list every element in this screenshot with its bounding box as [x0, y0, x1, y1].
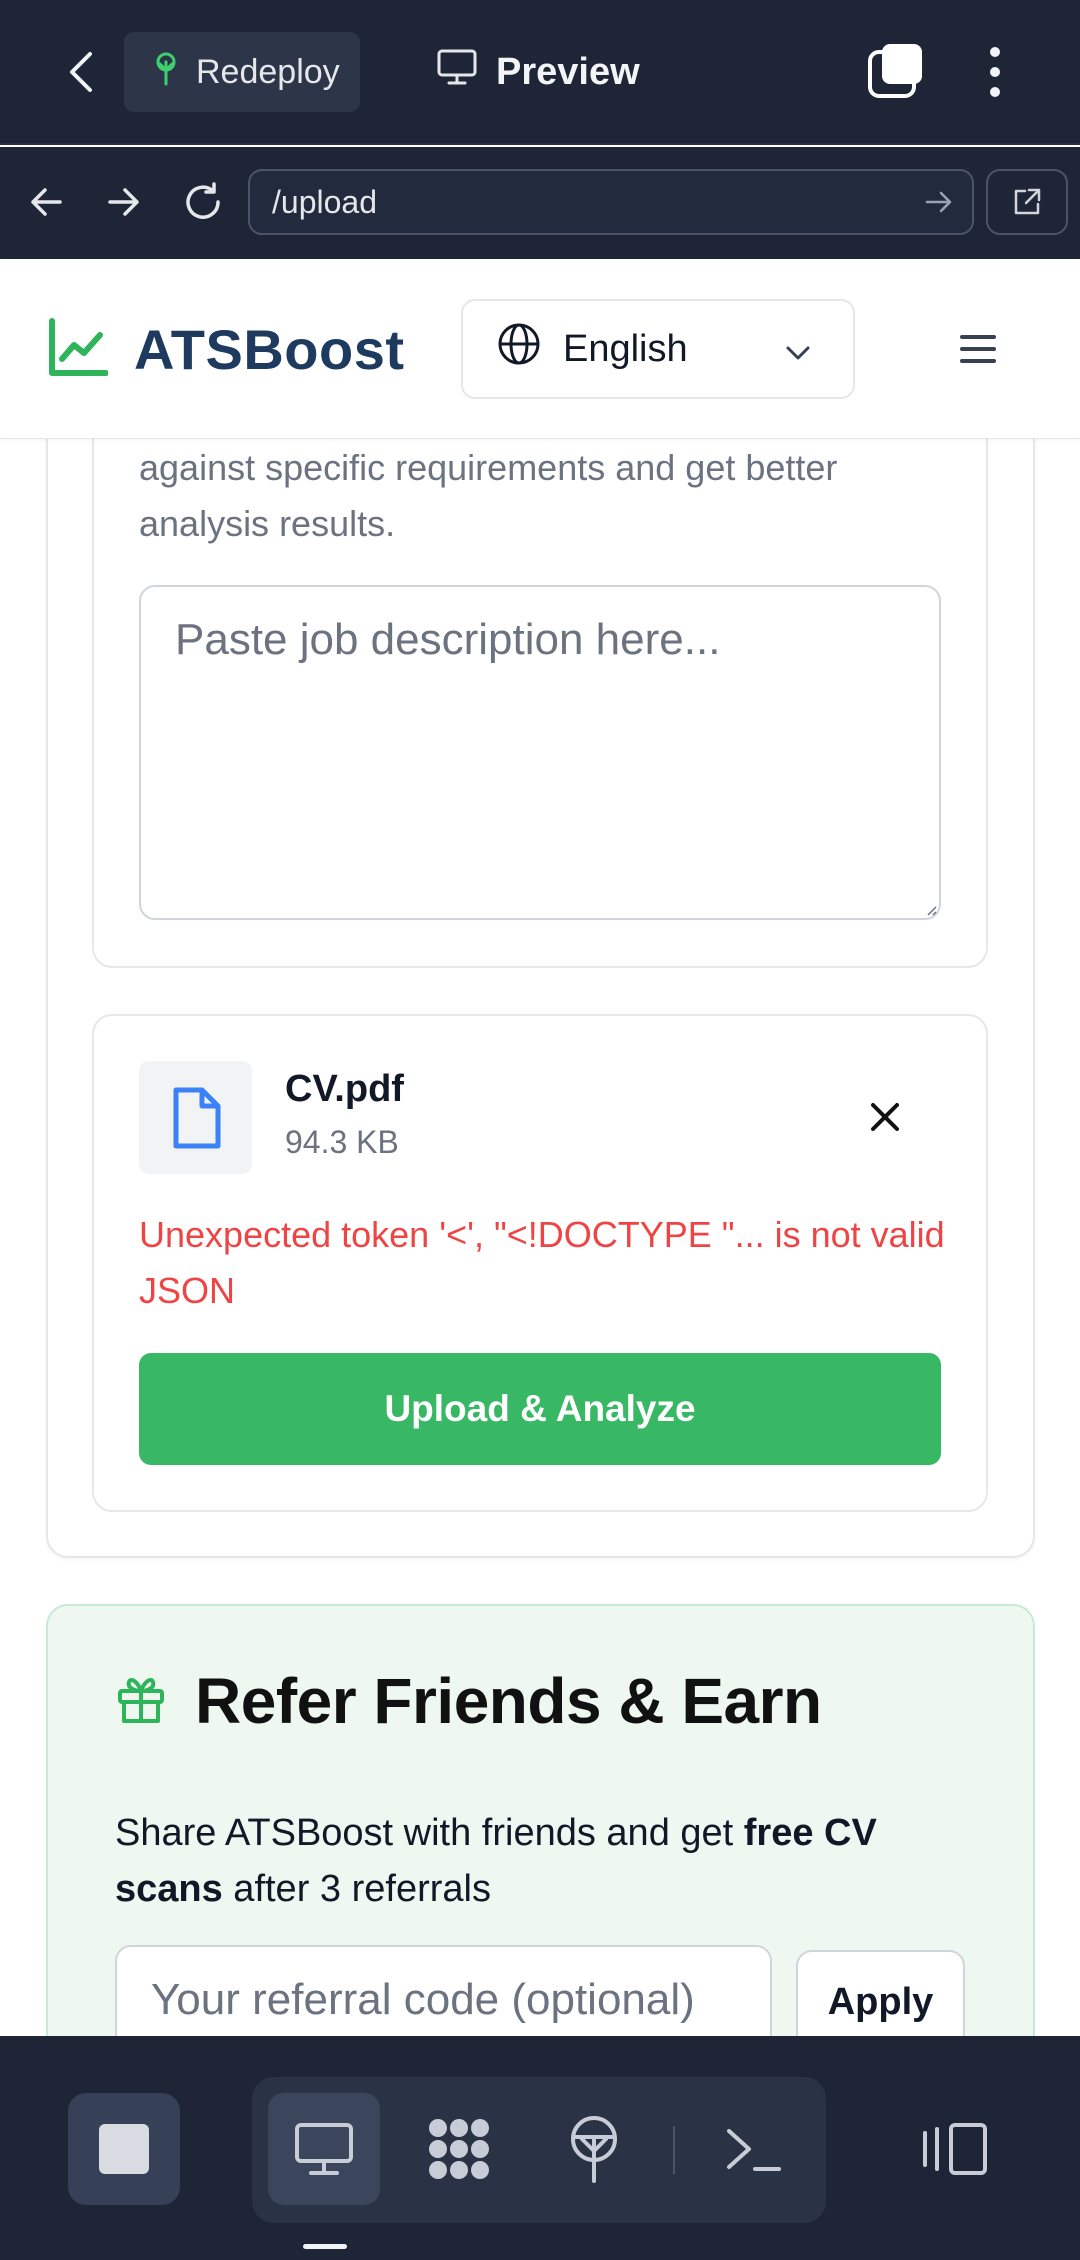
browser-bar: /upload [0, 147, 1080, 259]
terminal-icon[interactable] [697, 2093, 809, 2205]
resize-grip-icon[interactable] [925, 904, 937, 916]
forward-icon[interactable] [94, 172, 154, 232]
reload-icon[interactable] [173, 172, 233, 232]
referral-title: Refer Friends & Earn [195, 1665, 822, 1737]
more-vertical-icon[interactable] [975, 40, 1015, 104]
close-icon[interactable] [860, 1092, 910, 1142]
url-field[interactable]: /upload [248, 169, 974, 235]
site-header: ATSBoost English [0, 259, 1080, 439]
deploy-icon[interactable] [538, 2093, 650, 2205]
url-text: /upload [272, 183, 377, 220]
tabs-icon[interactable] [866, 42, 926, 102]
error-message: Unexpected token '<', "<!DOCTYPE "... is… [139, 1214, 945, 1311]
globe-icon [497, 322, 541, 376]
upload-analyze-button[interactable]: Upload & Analyze [139, 1353, 941, 1465]
home-indicator[interactable] [303, 2244, 347, 2249]
back-icon[interactable] [16, 172, 76, 232]
hamburger-menu-icon[interactable] [960, 329, 996, 369]
gift-icon [115, 1673, 167, 1730]
language-select[interactable]: English [461, 299, 855, 399]
sprout-icon [150, 50, 182, 95]
preview-label: Preview [496, 50, 640, 93]
referral-desc-prefix: Share ATSBoost with friends and get [115, 1812, 744, 1854]
file-name: CV.pdf [285, 1068, 404, 1110]
stop-icon[interactable] [68, 2093, 180, 2205]
apps-icon[interactable] [403, 2093, 515, 2205]
split-view-icon[interactable] [900, 2093, 1012, 2205]
go-arrow-icon[interactable] [924, 187, 954, 225]
file-size: 94.3 KB [285, 1124, 399, 1160]
toolbar-separator [673, 2126, 675, 2174]
redeploy-button[interactable]: Redeploy [124, 32, 360, 112]
bottom-tool-bar [0, 2036, 1080, 2260]
open-external-icon[interactable] [986, 169, 1068, 235]
app-top-bar: Redeploy Preview [0, 0, 1080, 145]
monitor-icon [436, 48, 478, 96]
file-icon [139, 1061, 252, 1174]
language-value: English [563, 327, 688, 370]
job-description-input[interactable] [139, 585, 941, 920]
referral-desc-suffix: after 3 referrals [222, 1868, 491, 1910]
preview-tab[interactable]: Preview [436, 32, 640, 112]
back-arrow-icon[interactable] [55, 40, 105, 104]
brand-name: ATSBoost [134, 318, 405, 381]
redeploy-label: Redeploy [196, 52, 340, 91]
referral-description: Share ATSBoost with friends and get free… [115, 1805, 965, 1917]
desktop-icon[interactable] [268, 2093, 380, 2205]
trend-chart-icon [48, 317, 109, 382]
brand-logo[interactable]: ATSBoost [48, 317, 405, 382]
chevron-down-icon [783, 335, 813, 378]
referral-heading: Refer Friends & Earn [115, 1664, 822, 1738]
job-description-help: against specific requirements and get be… [139, 447, 838, 544]
